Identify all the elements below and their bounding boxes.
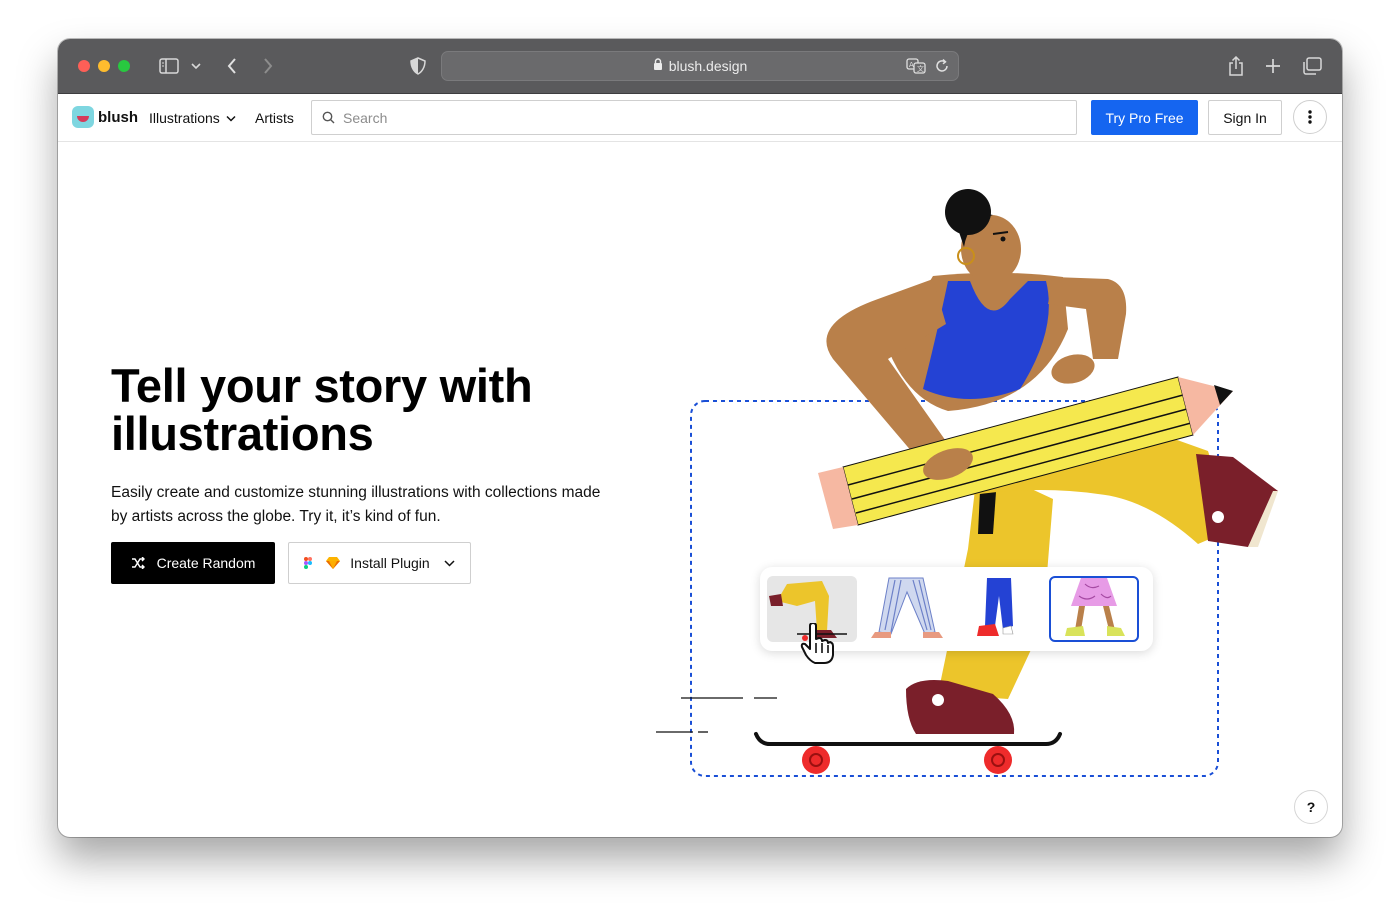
install-plugin-dropdown[interactable]: Install Plugin	[288, 542, 471, 584]
svg-text:文: 文	[917, 64, 924, 73]
chevron-down-icon	[444, 559, 455, 567]
blush-logo[interactable]: blush	[72, 106, 138, 128]
sketch-icon	[326, 557, 341, 569]
plus-icon[interactable]	[1264, 53, 1282, 79]
tabs-icon[interactable]	[1302, 53, 1322, 79]
more-options-button[interactable]	[1293, 100, 1327, 134]
close-window-button[interactable]	[78, 60, 90, 72]
search-box[interactable]	[311, 100, 1077, 135]
chevron-down-icon	[226, 115, 236, 122]
logo-text: blush	[98, 108, 138, 126]
url-text: blush.design	[668, 58, 748, 74]
forward-icon[interactable]	[260, 53, 276, 79]
sign-in-button[interactable]: Sign In	[1208, 100, 1282, 135]
reload-icon[interactable]	[934, 58, 950, 77]
nav-illustrations-dropdown[interactable]: Illustrations	[149, 110, 236, 126]
nav-artists-label: Artists	[255, 110, 294, 126]
address-bar[interactable]: blush.design A文	[441, 51, 959, 81]
zoom-window-button[interactable]	[118, 60, 130, 72]
lock-icon	[653, 58, 663, 74]
nav-illustrations-label: Illustrations	[149, 110, 220, 126]
kebab-menu-icon	[1308, 110, 1312, 124]
figma-icon	[304, 557, 313, 569]
skateboard	[754, 732, 1062, 774]
create-random-button[interactable]: Create Random	[111, 542, 275, 584]
hero-subtitle: Easily create and customize stunning ill…	[111, 484, 601, 525]
leg-option-3[interactable]	[955, 576, 1045, 642]
chevron-down-icon[interactable]	[190, 53, 202, 79]
help-button[interactable]: ?	[1294, 790, 1328, 824]
back-icon[interactable]	[224, 53, 240, 79]
browser-toolbar: blush.design A文	[58, 39, 1342, 94]
hair-bun	[945, 189, 991, 235]
create-random-label: Create Random	[156, 555, 256, 571]
leg-option-4-image	[1065, 578, 1125, 636]
leg-option-4-selected[interactable]	[1049, 576, 1139, 642]
shield-icon[interactable]	[409, 53, 427, 79]
search-input[interactable]	[343, 109, 1043, 126]
minimize-window-button[interactable]	[98, 60, 110, 72]
leg-variant-picker	[760, 567, 1153, 664]
hero-title: Tell your story with illustrations	[111, 359, 533, 460]
browser-window: blush.design A文 blush Illustrations Arti…	[58, 39, 1342, 837]
leg-option-3-image	[977, 578, 1014, 636]
sidebar-icon[interactable]	[158, 53, 180, 79]
shuffle-icon	[131, 557, 145, 569]
leg-option-2[interactable]	[861, 576, 951, 642]
install-plugin-label: Install Plugin	[350, 555, 430, 571]
blush-logo-icon	[72, 106, 94, 128]
try-pro-free-button[interactable]: Try Pro Free	[1091, 100, 1198, 135]
search-icon	[322, 111, 335, 124]
kicking-shoe	[1196, 454, 1278, 547]
translate-icon[interactable]: A文	[906, 58, 926, 77]
hero-illustration	[656, 189, 1278, 777]
nav-artists-link[interactable]: Artists	[255, 110, 294, 126]
site-header: blush Illustrations Artists Try Pro Free…	[58, 94, 1342, 142]
hand-cursor-icon	[800, 623, 834, 664]
leg-option-2-image	[871, 577, 943, 638]
motion-lines	[656, 697, 777, 733]
svg-text:A: A	[909, 61, 914, 69]
share-icon[interactable]	[1226, 53, 1246, 79]
